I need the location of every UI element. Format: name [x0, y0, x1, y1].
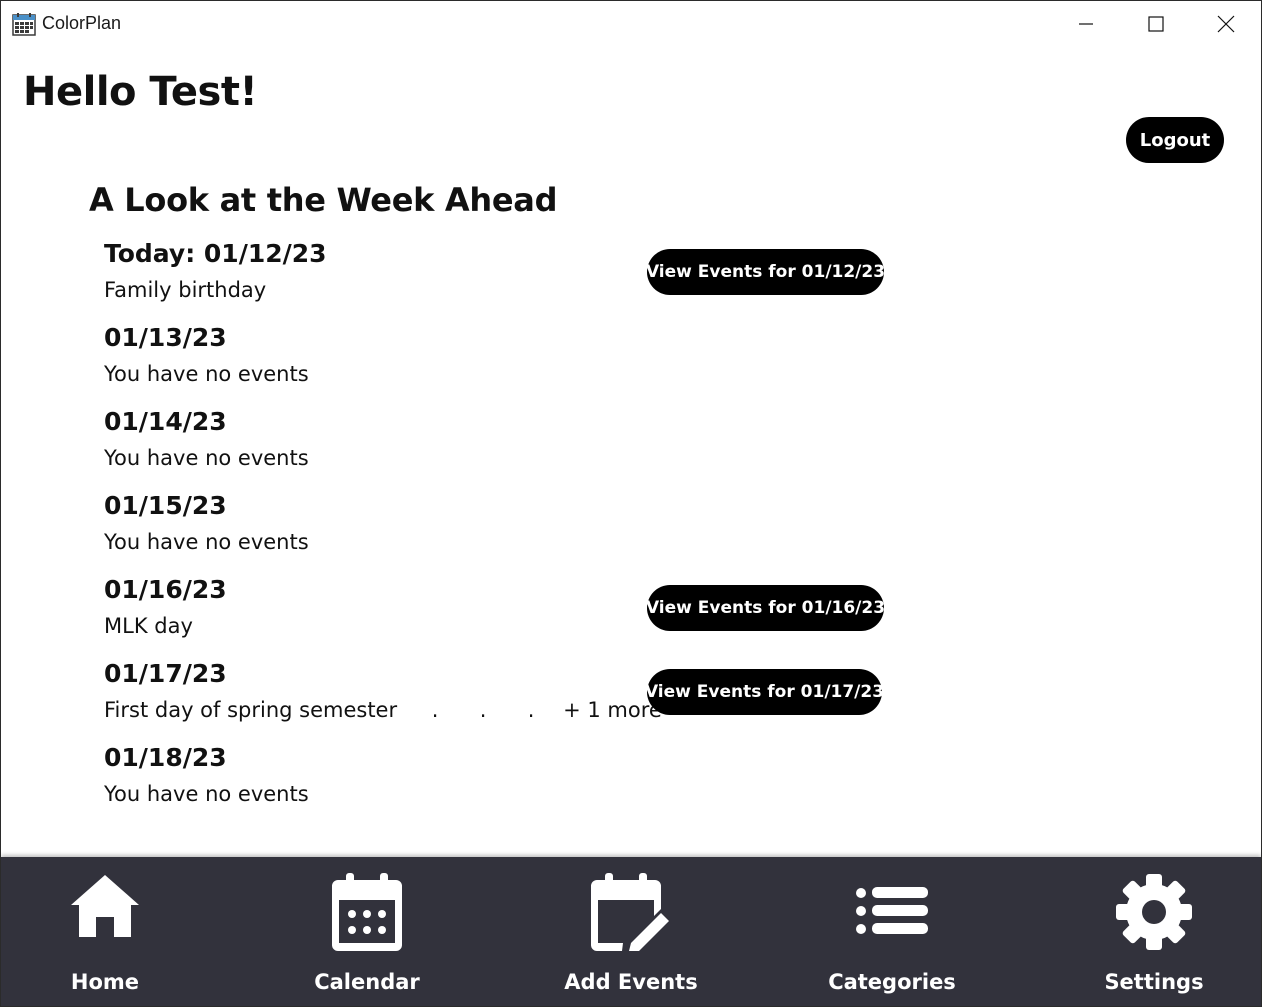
list-icon [856, 887, 928, 934]
day-event: Family birthday [104, 278, 267, 302]
day-event: You have no events [104, 362, 309, 386]
window-title: ColorPlan [42, 13, 122, 33]
app-window: ColorPlan Hello Test! Logout A Look at t… [0, 0, 1262, 1007]
bottom-nav: Home Calendar Add Events Categories Sett… [1, 857, 1261, 1006]
day-event: You have no events [104, 446, 309, 470]
calendar-app-icon [12, 13, 36, 36]
day-date: 01/14/23 [104, 407, 227, 436]
nav-label: Add Events [564, 970, 698, 994]
day-date: Today: 01/12/23 [104, 239, 327, 268]
day-event: MLK day [104, 614, 193, 638]
nav-categories[interactable]: Categories [792, 857, 992, 1006]
title-bar[interactable]: ColorPlan [1, 1, 1261, 47]
day-event: You have no events [104, 782, 309, 806]
close-icon [1217, 15, 1235, 33]
nav-label: Settings [1104, 970, 1204, 994]
day-date: 01/17/23 [104, 659, 227, 688]
day-date: 01/16/23 [104, 575, 227, 604]
day-entry: 01/16/23 MLK day [104, 575, 227, 639]
greeting-heading: Hello Test! [23, 69, 258, 115]
view-events-button[interactable]: View Events for 01/17/23 [645, 669, 884, 715]
nav-add-events[interactable]: Add Events [531, 857, 731, 1006]
day-date: 01/18/23 [104, 743, 227, 772]
dot: . [431, 698, 439, 722]
minimize-icon [1079, 23, 1093, 25]
nav-label: Home [70, 970, 140, 994]
week-ahead-title: A Look at the Week Ahead [89, 181, 558, 219]
day-entry: Today: 01/12/23 Family birthday [104, 239, 327, 303]
day-event: First day of spring semester [104, 698, 398, 722]
minimize-button[interactable] [1051, 1, 1121, 47]
day-entry: 01/13/23 You have no events [104, 323, 309, 387]
day-event-row: First day of spring semester... + 1 more [104, 697, 662, 723]
gear-icon [1116, 874, 1192, 950]
maximize-button[interactable] [1121, 1, 1191, 47]
day-entry: 01/14/23 You have no events [104, 407, 309, 471]
logout-button[interactable]: Logout [1126, 117, 1224, 163]
day-date: 01/13/23 [104, 323, 227, 352]
home-icon [71, 875, 139, 937]
nav-label: Categories [828, 970, 956, 994]
day-entry: 01/17/23 First day of spring semester...… [104, 659, 662, 723]
maximize-icon [1148, 16, 1164, 32]
dot: . [527, 698, 535, 722]
calendar-edit-icon [591, 873, 669, 951]
nav-calendar[interactable]: Calendar [267, 857, 467, 1006]
nav-label: Calendar [314, 970, 420, 994]
truncation-dots: ... [411, 697, 555, 723]
view-events-button[interactable]: View Events for 01/12/23 [646, 249, 885, 295]
day-date: 01/15/23 [104, 491, 227, 520]
close-button[interactable] [1191, 1, 1261, 47]
nav-settings[interactable]: Settings [1054, 857, 1254, 1006]
day-entry: 01/18/23 You have no events [104, 743, 309, 807]
nav-home[interactable]: Home [5, 857, 205, 1006]
view-events-button[interactable]: View Events for 01/16/23 [646, 585, 885, 631]
calendar-icon [332, 873, 402, 951]
dot: . [479, 698, 487, 722]
day-entry: 01/15/23 You have no events [104, 491, 309, 555]
day-event: You have no events [104, 530, 309, 554]
